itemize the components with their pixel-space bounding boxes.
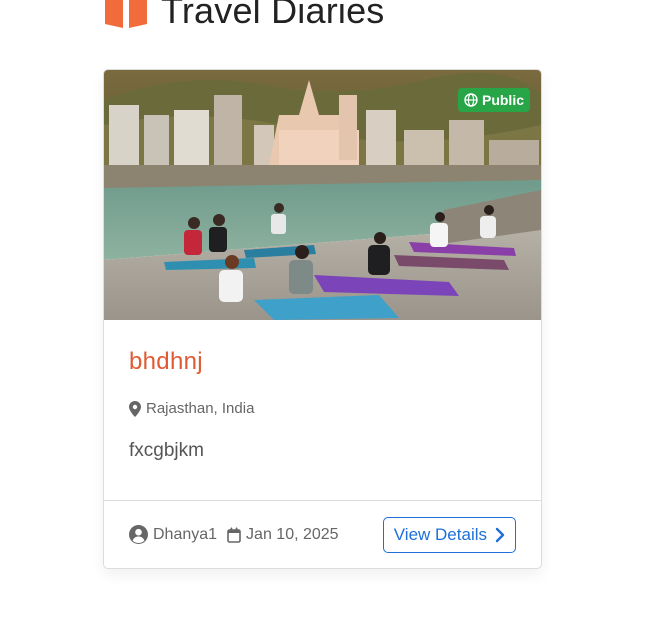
globe-icon — [464, 93, 478, 107]
page-title: Travel Diaries — [161, 0, 385, 31]
date-text: Jan 10, 2025 — [246, 525, 339, 543]
diary-location: Rajasthan, India — [129, 400, 516, 417]
visibility-badge: Public — [457, 88, 530, 112]
date-meta: Jan 10, 2025 — [227, 526, 339, 544]
map-marker-icon — [129, 400, 141, 417]
diary-description: fxcgbjkm — [129, 440, 204, 461]
diary-card: Public bhdhnj Rajasthan, India fxcgbjkm … — [103, 69, 542, 569]
diary-cover-image: Public — [104, 70, 541, 320]
book-open-icon — [103, 0, 149, 28]
view-details-button[interactable]: View Details — [382, 516, 516, 553]
chevron-right-icon — [495, 527, 505, 542]
author-name: Dhanya1 — [153, 525, 218, 543]
user-circle-icon — [129, 525, 148, 544]
card-footer: Dhanya1 Jan 10, 2025 View Details — [104, 500, 541, 568]
diary-title: bhdhnj — [129, 348, 203, 375]
view-details-label: View Details — [393, 524, 487, 544]
author-meta: Dhanya1 — [129, 525, 217, 544]
calendar-icon — [227, 527, 241, 543]
page-header: Travel Diaries — [103, 0, 385, 34]
visibility-label: Public — [481, 92, 524, 108]
location-text: Rajasthan, India — [146, 400, 255, 417]
